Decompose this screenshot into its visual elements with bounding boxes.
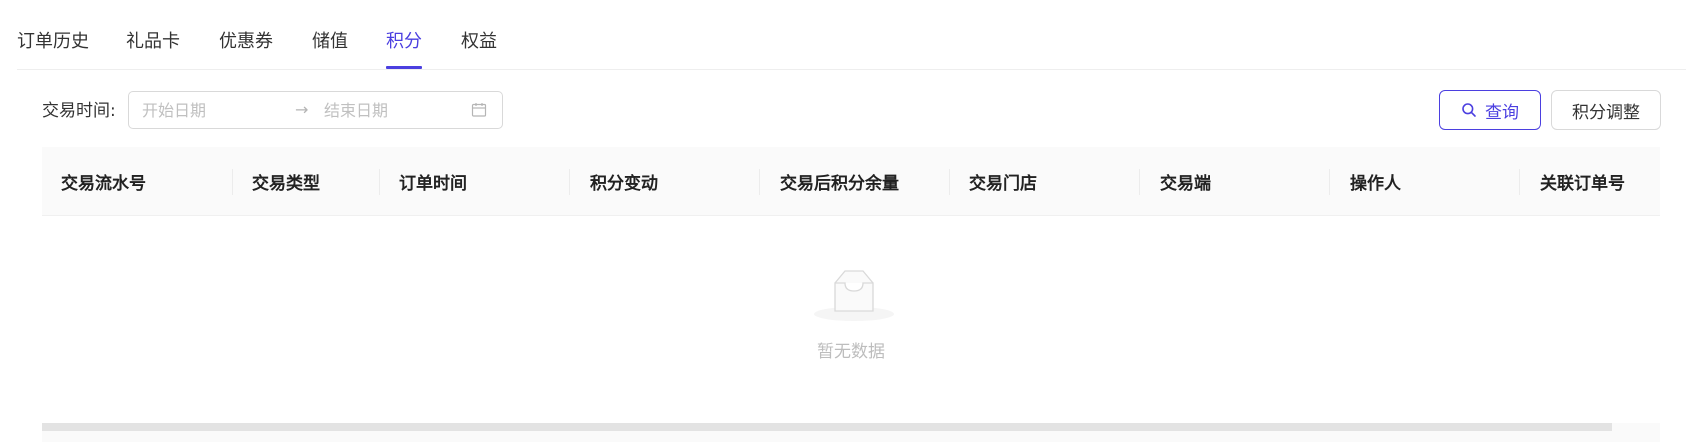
- start-date-input[interactable]: [142, 92, 282, 128]
- tab-gift-card[interactable]: 礼品卡: [126, 31, 180, 53]
- tab-bar-divider: [17, 69, 1686, 70]
- points-table: 交易流水号 交易类型 订单时间 积分变动 交易后积分余量 交易门店 交易端 操作…: [42, 147, 1660, 442]
- column-divider: [232, 169, 233, 195]
- column-header-points-change: 积分变动: [590, 174, 658, 194]
- tab-stored-value[interactable]: 储值: [312, 31, 348, 53]
- column-header-related-order: 关联订单号: [1540, 174, 1625, 194]
- column-divider: [949, 169, 950, 195]
- column-header-store: 交易门店: [969, 174, 1037, 194]
- tab-points[interactable]: 积分: [386, 31, 422, 53]
- column-header-points-balance: 交易后积分余量: [780, 174, 899, 194]
- points-adjust-button[interactable]: 积分调整: [1551, 90, 1661, 130]
- calendar-icon[interactable]: [471, 102, 487, 118]
- column-divider: [379, 169, 380, 195]
- tab-bar: 订单历史 礼品卡 优惠券 储值 积分 权益: [0, 0, 1686, 70]
- search-icon: [1461, 102, 1477, 118]
- empty-state-text: 暂无数据: [817, 342, 885, 362]
- range-separator: →: [295, 100, 309, 119]
- tab-benefits[interactable]: 权益: [461, 31, 497, 53]
- query-button-label: 查询: [1485, 102, 1519, 123]
- column-header-transaction-type: 交易类型: [252, 174, 320, 194]
- tab-coupon[interactable]: 优惠券: [219, 31, 273, 53]
- tab-order-history[interactable]: 订单历史: [17, 31, 89, 53]
- column-divider: [759, 169, 760, 195]
- query-button[interactable]: 查询: [1439, 90, 1541, 130]
- column-divider: [569, 169, 570, 195]
- column-header-operator: 操作人: [1350, 174, 1401, 194]
- end-date-input[interactable]: [324, 92, 464, 128]
- horizontal-scrollbar[interactable]: [42, 423, 1660, 442]
- empty-state: 暂无数据: [42, 217, 1660, 423]
- empty-inbox-icon: [809, 265, 899, 325]
- table-header: 交易流水号 交易类型 订单时间 积分变动 交易后积分余量 交易门店 交易端 操作…: [42, 147, 1660, 216]
- column-divider: [1519, 169, 1520, 195]
- column-header-transaction-id: 交易流水号: [61, 174, 146, 194]
- column-header-order-time: 订单时间: [399, 174, 467, 194]
- column-divider: [1139, 169, 1140, 195]
- date-range-picker[interactable]: →: [128, 91, 503, 129]
- column-header-terminal: 交易端: [1160, 174, 1211, 194]
- scrollbar-thumb[interactable]: [42, 423, 1612, 431]
- column-divider: [1329, 169, 1330, 195]
- transaction-time-label: 交易时间:: [42, 101, 116, 121]
